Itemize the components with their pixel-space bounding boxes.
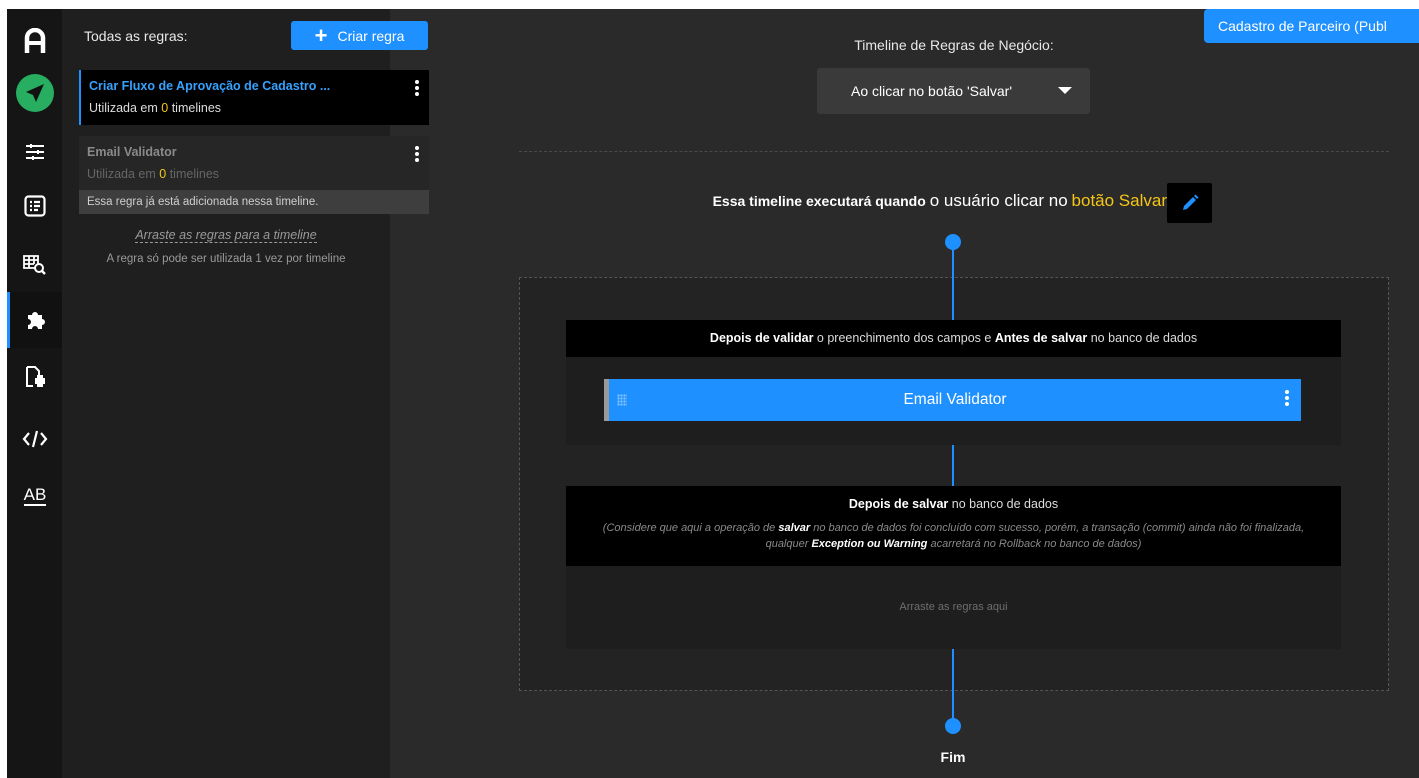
rule-card[interactable]: Email Validator Utilizada em 0 timelines… [79, 136, 429, 214]
create-rule-label: Criar regra [337, 27, 405, 44]
rules-panel: Todas as regras: + Criar regra Criar Flu… [62, 9, 429, 778]
rules-heading: Todas as regras: [84, 28, 188, 44]
code-icon[interactable] [7, 411, 62, 467]
timeline-select-value: Ao clicar no botão 'Salvar' [851, 83, 1012, 99]
pencil-icon [1182, 194, 1198, 210]
timeline-rule-email-validator[interactable]: Email Validator [604, 379, 1301, 421]
usage-count: 0 [159, 167, 167, 181]
ab-icon[interactable]: AB [7, 467, 62, 523]
stage-header: Depois de validar o preenchimento dos ca… [566, 320, 1341, 357]
rule-title: Email Validator [87, 145, 177, 159]
more-vert-icon[interactable] [415, 146, 419, 164]
usage-count: 0 [161, 101, 169, 115]
icon-sidebar: AB [7, 9, 62, 778]
timeline-end-dot [945, 718, 961, 734]
list-panel-icon[interactable] [7, 178, 62, 234]
plus-icon: + [314, 22, 328, 48]
send-icon[interactable] [7, 65, 62, 121]
entity-tab[interactable]: Cadastro de Parceiro (Publ [1204, 9, 1419, 43]
file-print-icon[interactable] [7, 349, 62, 405]
after-save-stage: Depois de salvar no banco de dados (Cons… [566, 486, 1341, 649]
table-search-icon[interactable] [7, 237, 62, 293]
stage-header: Depois de salvar no banco de dados (Cons… [566, 486, 1341, 566]
rule-usage: Utilizada em 0 timelines [89, 101, 222, 115]
timeline-title: Timeline de Regras de Negócio: [854, 37, 1054, 53]
puzzle-icon[interactable] [7, 292, 62, 348]
drag-handle-icon[interactable] [617, 394, 627, 406]
trigger-target: botão Salvar [1071, 191, 1167, 210]
before-save-stage: Depois de validar o preenchimento dos ca… [566, 320, 1341, 445]
timeline-rule-label: Email Validator [903, 391, 1007, 408]
stage-drop-area[interactable]: Arraste as regras aqui [566, 566, 1341, 649]
timeline-connector [952, 649, 954, 727]
rule-already-added-note: Essa regra já está adicionada nessa time… [79, 190, 429, 214]
rule-limit-hint: A regra só pode ser utilizada 1 vez por … [106, 253, 346, 265]
rule-card[interactable]: Criar Fluxo de Aprovação de Cadastro ...… [79, 70, 429, 125]
timeline-end-label: Fim [940, 749, 966, 765]
more-vert-icon[interactable] [1285, 390, 1289, 408]
svg-text:AB: AB [23, 485, 46, 504]
create-rule-button[interactable]: + Criar regra [291, 21, 428, 50]
dropdown-caret-icon [1058, 87, 1072, 94]
app-frame: AB Todas as regras: + Criar regra Criar … [7, 9, 1419, 778]
rule-title: Criar Fluxo de Aprovação de Cadastro ... [89, 79, 331, 93]
more-vert-icon[interactable] [415, 80, 419, 98]
timeline-select[interactable]: Ao clicar no botão 'Salvar' [817, 68, 1090, 114]
drag-rules-hint: Arraste as regras para a timeline [135, 228, 317, 243]
stage-note: (Considere que aqui a operação de salvar… [602, 522, 1305, 550]
sliders-icon[interactable] [7, 124, 62, 180]
logo-icon[interactable] [7, 13, 62, 69]
edit-trigger-button[interactable] [1167, 183, 1212, 223]
rule-usage: Utilizada em 0 timelines [87, 167, 220, 181]
timeline-start-dot [945, 234, 961, 250]
timeline-connector [952, 242, 954, 320]
divider [519, 151, 1389, 152]
timeline-trigger-text: Essa timeline executará quando o usuário… [712, 191, 1167, 210]
